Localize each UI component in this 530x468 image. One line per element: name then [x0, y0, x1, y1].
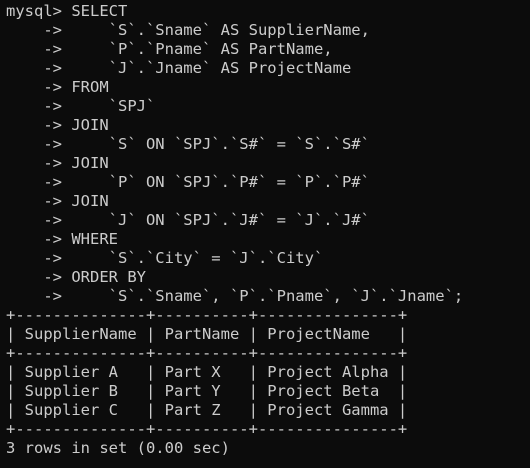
terminal-line-from: -> FROM	[6, 78, 109, 96]
terminal-line-where: -> WHERE	[6, 230, 118, 248]
terminal-line-order-by: -> ORDER BY	[6, 268, 146, 286]
result-table-border-header: +--------------+----------+-------------…	[6, 344, 408, 362]
terminal-line-from-table: -> `SPJ`	[6, 97, 156, 115]
result-table-row: | Supplier A | Part X | Project Alpha |	[6, 363, 408, 381]
result-summary: 3 rows in set (0.00 sec)	[6, 439, 230, 457]
terminal-line-join-2: -> JOIN	[6, 154, 109, 172]
result-table-header: | SupplierName | PartName | ProjectName …	[6, 325, 408, 343]
terminal-line-select-sname: -> `S`.`Sname` AS SupplierName,	[6, 21, 370, 39]
result-table-row: | Supplier B | Part Y | Project Beta |	[6, 382, 408, 400]
terminal-line-join-p: -> `P` ON `SPJ`.`P#` = `P`.`P#`	[6, 173, 370, 191]
terminal-line-prompt-select: mysql> SELECT	[6, 2, 128, 20]
result-table-border-bottom: +--------------+----------+-------------…	[6, 420, 408, 438]
terminal-window[interactable]: mysql> SELECT -> `S`.`Sname` AS Supplier…	[0, 0, 530, 468]
terminal-line-order-columns: -> `S`.`Sname`, `P`.`Pname`, `J`.`Jname`…	[6, 287, 464, 305]
terminal-line-join-3: -> JOIN	[6, 192, 109, 210]
terminal-line-select-pname: -> `P`.`Pname` AS PartName,	[6, 40, 333, 58]
terminal-line-select-jname: -> `J`.`Jname` AS ProjectName	[6, 59, 352, 77]
result-table-row: | Supplier C | Part Z | Project Gamma |	[6, 401, 408, 419]
result-table-border-top: +--------------+----------+-------------…	[6, 306, 408, 324]
terminal-line-join-j: -> `J` ON `SPJ`.`J#` = `J`.`J#`	[6, 211, 370, 229]
terminal-line-join-1: -> JOIN	[6, 116, 109, 134]
terminal-line-where-condition: -> `S`.`City` = `J`.`City`	[6, 249, 324, 267]
terminal-line-join-s: -> `S` ON `SPJ`.`S#` = `S`.`S#`	[6, 135, 370, 153]
